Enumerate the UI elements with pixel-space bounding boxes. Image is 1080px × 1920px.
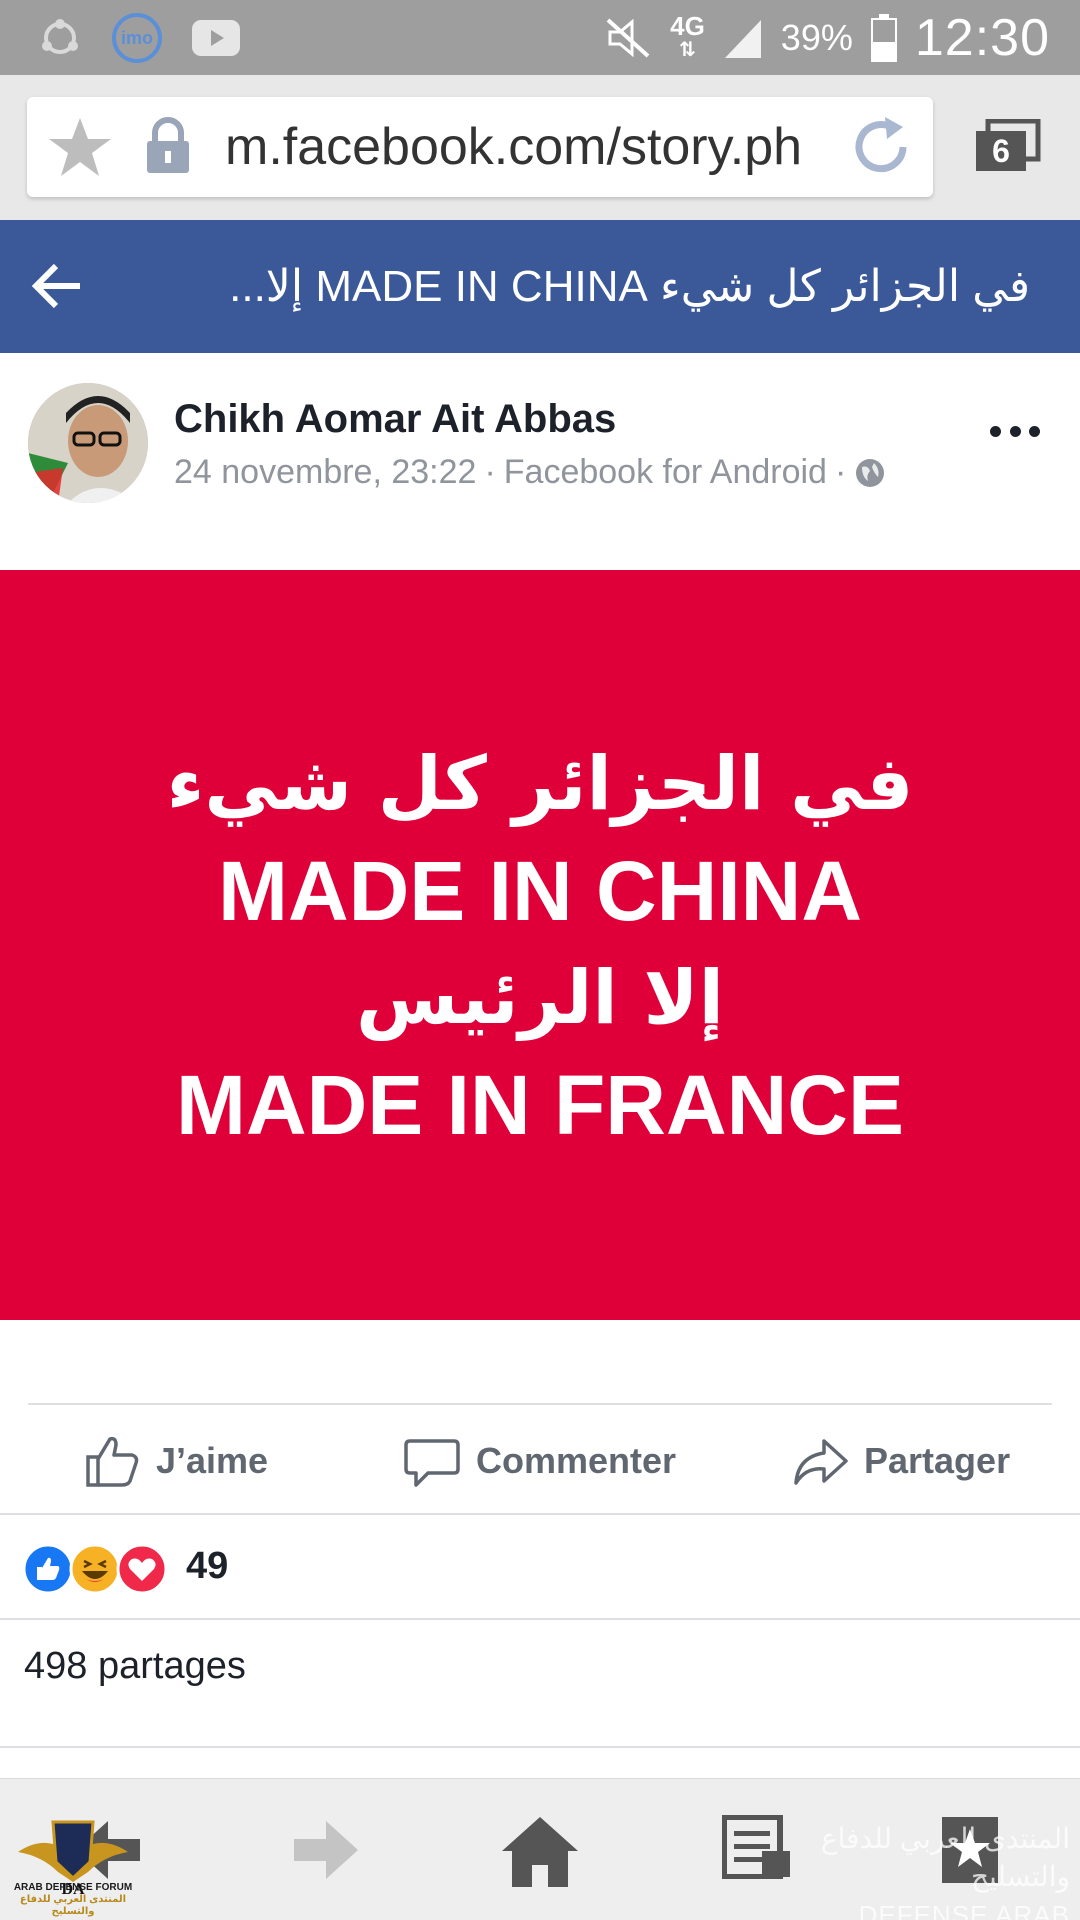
post-image[interactable]: في الجزائر كل شيء MADE IN CHINA إلا الرئ… <box>0 570 1080 1320</box>
clock: 12:30 <box>914 9 1050 67</box>
meta-separator: · <box>484 453 496 491</box>
logo-text-arabic: المنتدى العربي للدفاع والتسليح <box>19 1894 127 1917</box>
post-source: Facebook for Android <box>503 453 827 491</box>
author-name[interactable]: Chikh Aomar Ait Abbas <box>174 397 616 442</box>
reactions-summary[interactable]: 49 <box>0 1515 1080 1618</box>
image-text-line-4: MADE IN FRANCE <box>176 1058 904 1152</box>
forum-watermark: المنتدى العربي للدفاع والتسليح DEFENSE A… <box>760 1820 1070 1920</box>
network-4g-icon: 4G ⇅ <box>670 11 705 61</box>
share-count[interactable]: 498 partages <box>24 1645 246 1688</box>
lock-icon <box>147 117 189 173</box>
mute-icon <box>606 18 650 58</box>
status-bar: imo 4G ⇅ 39% 12:30 <box>0 0 1080 75</box>
watermark-english: DEFENSE ARAB FORUM <box>858 1900 1070 1920</box>
header-title: في الجزائر كل شيء MADE IN CHINA إلا... <box>229 262 1030 311</box>
thumbs-up-icon <box>86 1436 139 1487</box>
share-button[interactable]: Partager <box>792 1433 1010 1489</box>
love-reaction-icon <box>116 1543 168 1595</box>
browser-toolbar: m.facebook.com/story.ph 6 <box>0 75 1080 220</box>
share-arrow-icon <box>794 1439 848 1485</box>
avatar-image <box>28 383 148 503</box>
like-button[interactable]: J’aime <box>84 1433 268 1489</box>
comment-button[interactable]: Commenter <box>404 1433 676 1489</box>
globe-icon <box>856 458 885 487</box>
status-left-icons: imo <box>38 13 240 63</box>
reload-icon[interactable] <box>845 111 917 183</box>
url-text[interactable]: m.facebook.com/story.ph <box>225 117 855 177</box>
avatar[interactable] <box>28 383 148 503</box>
like-label: J’aime <box>156 1440 269 1481</box>
share-label: Partager <box>864 1440 1011 1481</box>
tab-switcher-button[interactable]: 6 <box>972 119 1042 175</box>
tab-count: 6 <box>992 133 1010 169</box>
comment-label: Commenter <box>476 1440 677 1481</box>
more-options-icon[interactable] <box>990 421 1040 441</box>
facebook-header: في الجزائر كل شيء MADE IN CHINA إلا... <box>0 220 1080 353</box>
post-date[interactable]: 24 novembre, 23:22 <box>174 453 476 492</box>
logo-text-english: ARAB DEFENSE FORUM <box>13 1882 133 1893</box>
sync-icon <box>42 19 78 54</box>
address-bar[interactable]: m.facebook.com/story.ph <box>27 97 933 197</box>
back-arrow-icon[interactable] <box>30 258 86 314</box>
like-reaction-icon <box>22 1543 74 1595</box>
divider <box>0 1746 1080 1748</box>
watermark-arabic: المنتدى العربي للدفاع والتسليح <box>820 1823 1070 1892</box>
forward-icon[interactable] <box>290 1815 362 1885</box>
network-type: 4G <box>670 11 705 41</box>
imo-label: imo <box>120 27 153 48</box>
comment-icon <box>404 1439 460 1487</box>
forum-logo-text: ARAB DEFENSE FORUM المنتدى العربي للدفاع… <box>0 1882 146 1918</box>
image-text-line-2: MADE IN CHINA <box>218 844 862 938</box>
star-icon[interactable] <box>47 115 113 179</box>
home-icon[interactable] <box>500 1815 580 1889</box>
post-header: Chikh Aomar Ait Abbas 24 novembre, 23:22… <box>0 353 1080 568</box>
imo-app-icon: imo <box>112 13 162 63</box>
post-actions: J’aime Commenter Partager <box>0 1405 1080 1513</box>
battery-icon <box>870 14 897 62</box>
reaction-icons <box>22 1543 168 1595</box>
image-text-line-1: في الجزائر كل شيء <box>166 741 914 827</box>
youtube-icon <box>192 20 240 56</box>
reaction-count: 49 <box>186 1545 229 1587</box>
post-meta: 24 novembre, 23:22 · Facebook for Androi… <box>174 453 886 492</box>
haha-reaction-icon <box>69 1543 121 1595</box>
status-right-icons: 4G ⇅ 39% 12:30 <box>604 6 1050 70</box>
meta-separator: · <box>834 453 847 491</box>
battery-percent: 39% <box>780 17 853 58</box>
divider <box>0 1618 1080 1620</box>
signal-icon <box>724 20 761 58</box>
image-text-line-3: إلا الرئيس <box>355 955 724 1041</box>
